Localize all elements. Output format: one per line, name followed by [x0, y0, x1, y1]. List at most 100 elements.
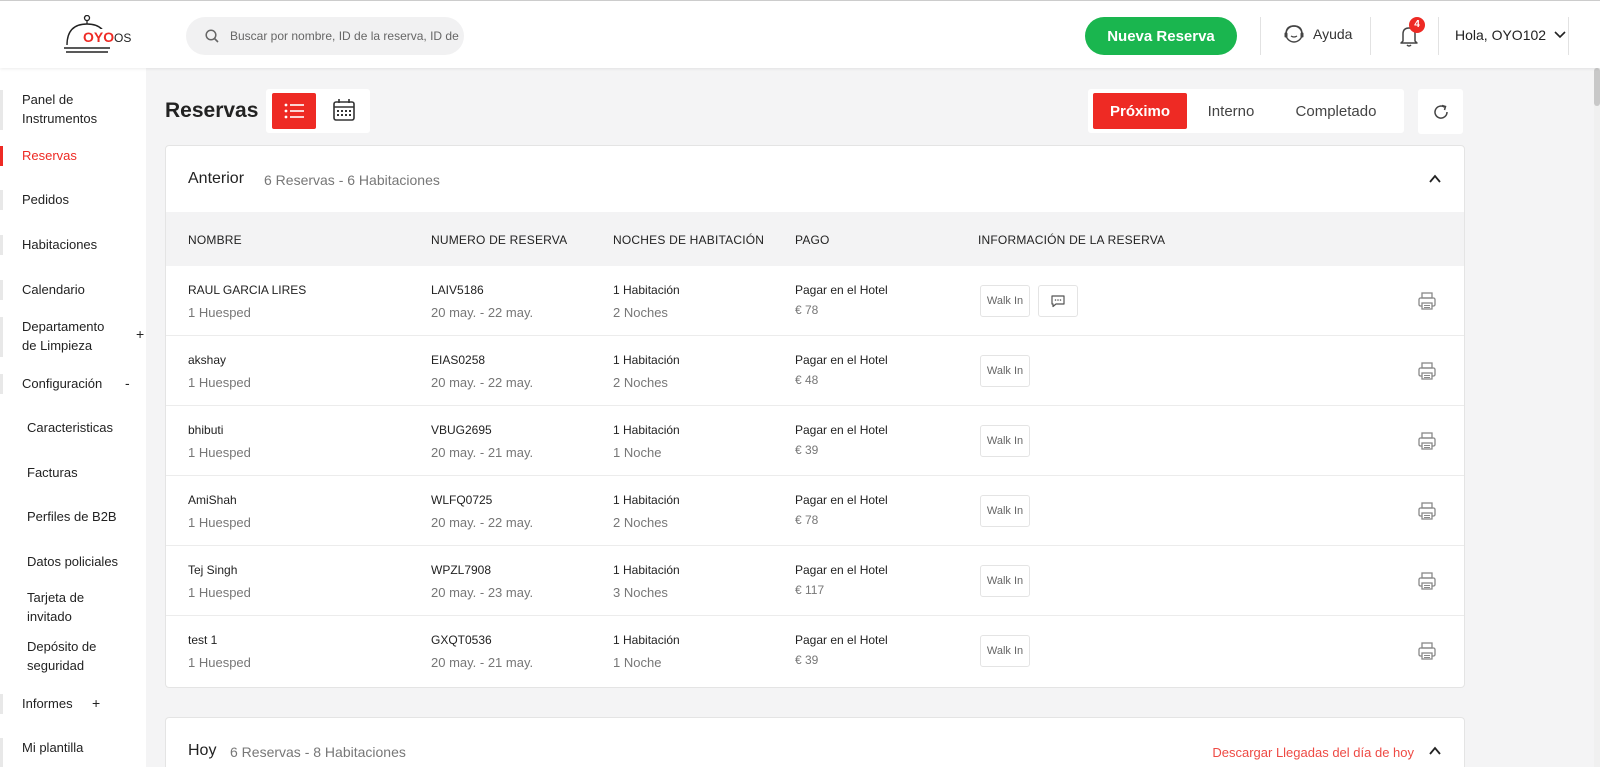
help-link[interactable]: Ayuda: [1283, 23, 1352, 45]
table-row[interactable]: RAUL GARCIA LIRES 1 Huesped LAIV5186 20 may…: [166, 266, 1464, 336]
sidebar-item-label: Informes: [22, 696, 73, 711]
section-header[interactable]: Hoy 6 Reservas - 8 Habitaciones Descarga…: [166, 718, 1464, 767]
oyo-os-logo[interactable]: OYO OS: [62, 14, 142, 55]
section-title: Hoy: [188, 742, 217, 759]
payment-method: Pagar en el Hotel: [795, 283, 888, 297]
guest-name[interactable]: Tej Singh: [188, 563, 237, 577]
sidebar-item-tarjeta-invitado[interactable]: Tarjeta de invitado: [0, 588, 146, 628]
sidebar-item-habitaciones[interactable]: Habitaciones: [0, 235, 146, 255]
sidebar-item-mi-plantilla[interactable]: Mi plantilla: [0, 738, 146, 758]
printer-icon[interactable]: [1416, 570, 1438, 592]
tab-interno[interactable]: Interno: [1193, 93, 1269, 129]
column-header: NOMBRE: [188, 233, 242, 247]
payment-amount: € 117: [795, 583, 825, 597]
refresh-button[interactable]: [1418, 89, 1463, 134]
sidebar-item-label: Pedidos: [22, 192, 69, 207]
night-count: 3 Noches: [613, 585, 668, 600]
night-count: 1 Noche: [613, 445, 662, 460]
printer-icon[interactable]: [1416, 500, 1438, 522]
booking-id[interactable]: LAIV5186: [431, 283, 484, 297]
sidebar-item-label: Departamento de Limpieza: [22, 319, 105, 353]
guest-count: 1 Huesped: [188, 585, 251, 600]
guest-name[interactable]: bhibuti: [188, 423, 223, 437]
payment-amount: € 39: [795, 443, 819, 457]
expand-toggle[interactable]: +: [136, 325, 144, 344]
list-view-button[interactable]: [272, 93, 316, 129]
sidebar-item-limpieza[interactable]: Departamento de Limpieza +: [0, 317, 146, 357]
section-title: Anterior: [188, 170, 245, 187]
expand-toggle[interactable]: +: [92, 694, 100, 713]
sidebar-item-caracteristicas[interactable]: Caracteristicas: [0, 418, 146, 438]
table-row[interactable]: AmiShah 1 Huesped WLFQ0725 20 may. - 22 may…: [166, 476, 1464, 546]
sidebar-item-pedidos[interactable]: Pedidos: [0, 190, 146, 210]
bookings-section-anterior: Anterior 6 Reservas - 6 Habitaciones NOM…: [165, 145, 1465, 688]
sidebar-item-deposito[interactable]: Depósito de seguridad: [0, 637, 146, 677]
sidebar-item-label: Datos policiales: [27, 554, 119, 569]
tab-completado[interactable]: Completado: [1273, 93, 1399, 129]
room-count: 1 Habitación: [613, 493, 680, 507]
calendar-view-button[interactable]: [324, 93, 364, 129]
table-row[interactable]: bhibuti 1 Huesped VBUG2695 20 may. - 21 may…: [166, 406, 1464, 476]
search-input[interactable]: [230, 29, 460, 43]
payment-amount: € 48: [795, 373, 819, 387]
sidebar-item-label: Calendario: [22, 282, 85, 297]
divider: [1438, 17, 1439, 55]
guest-name[interactable]: AmiShah: [188, 493, 237, 507]
top-bar: OYO OS Nueva Reserva Ayuda 4 Hola, OYO10…: [0, 0, 1600, 68]
sidebar-item-label: Tarjeta de invitado: [27, 590, 85, 624]
sidebar-item-b2b[interactable]: Perfiles de B2B: [0, 507, 146, 527]
sidebar-item-reservas[interactable]: Reservas: [0, 146, 146, 166]
sidebar-item-label: Reservas: [22, 148, 77, 163]
scrollbar-thumb[interactable]: [1594, 68, 1600, 106]
sidebar-item-datos-policiales[interactable]: Datos policiales: [0, 552, 146, 572]
table-row[interactable]: akshay 1 Huesped EIAS0258 20 may. - 22 may.…: [166, 336, 1464, 406]
sidebar-item-informes[interactable]: Informes +: [0, 694, 146, 714]
guest-name[interactable]: akshay: [188, 353, 226, 367]
sidebar: Panel de Instrumentos Reservas Pedidos H…: [0, 68, 146, 767]
refresh-icon: [1433, 104, 1448, 119]
walk-in-badge: Walk In: [980, 425, 1030, 457]
night-count: 1 Noche: [613, 655, 662, 670]
download-arrivals-link[interactable]: Descargar Llegadas del día de hoy: [1212, 745, 1414, 760]
support-agent-icon: [1284, 25, 1304, 43]
table-row[interactable]: Tej Singh 1 Huesped WPZL7908 20 may. - 23 m…: [166, 546, 1464, 616]
collapse-toggle[interactable]: -: [125, 374, 130, 393]
table-row[interactable]: test 1 1 Huesped GXQT0536 20 may. - 21 may.…: [166, 616, 1464, 686]
room-count: 1 Habitación: [613, 353, 680, 367]
tab-proximo[interactable]: Próximo: [1093, 93, 1187, 129]
search-bar[interactable]: [186, 17, 464, 55]
sidebar-item-calendario[interactable]: Calendario: [0, 280, 146, 300]
logo-text: OYO: [82, 29, 116, 45]
chevron-up-icon[interactable]: [1428, 744, 1442, 758]
scrollbar-track[interactable]: [1594, 68, 1600, 767]
sidebar-item-configuracion[interactable]: Configuración -: [0, 374, 146, 394]
payment-method: Pagar en el Hotel: [795, 493, 888, 507]
guest-name[interactable]: RAUL GARCIA LIRES: [188, 283, 306, 297]
booking-filter-tabs: Próximo Interno Completado: [1088, 89, 1404, 133]
booking-id[interactable]: WLFQ0725: [431, 493, 492, 507]
printer-icon[interactable]: [1416, 640, 1438, 662]
night-count: 2 Noches: [613, 305, 668, 320]
payment-method: Pagar en el Hotel: [795, 563, 888, 577]
booking-id[interactable]: EIAS0258: [431, 353, 485, 367]
sidebar-item-label: Depósito de seguridad: [27, 639, 97, 673]
sidebar-item-dashboard[interactable]: Panel de Instrumentos: [0, 90, 146, 130]
printer-icon[interactable]: [1416, 290, 1438, 312]
message-button[interactable]: [1038, 285, 1078, 317]
page-title: Reservas: [165, 99, 259, 122]
guest-count: 1 Huesped: [188, 655, 251, 670]
printer-icon[interactable]: [1416, 430, 1438, 452]
new-booking-button[interactable]: Nueva Reserva: [1085, 17, 1237, 55]
section-header[interactable]: Anterior 6 Reservas - 6 Habitaciones: [166, 146, 1464, 212]
guest-count: 1 Huesped: [188, 375, 251, 390]
sidebar-item-label: Habitaciones: [22, 237, 98, 252]
printer-icon[interactable]: [1416, 360, 1438, 382]
chevron-up-icon[interactable]: [1428, 172, 1442, 186]
booking-id[interactable]: WPZL7908: [431, 563, 491, 577]
sidebar-item-facturas[interactable]: Facturas: [0, 463, 146, 483]
booking-id[interactable]: GXQT0536: [431, 633, 492, 647]
user-menu[interactable]: Hola, OYO102: [1455, 27, 1566, 43]
column-header: NUMERO DE RESERVA: [431, 233, 568, 247]
guest-name[interactable]: test 1: [188, 633, 217, 647]
booking-id[interactable]: VBUG2695: [431, 423, 492, 437]
